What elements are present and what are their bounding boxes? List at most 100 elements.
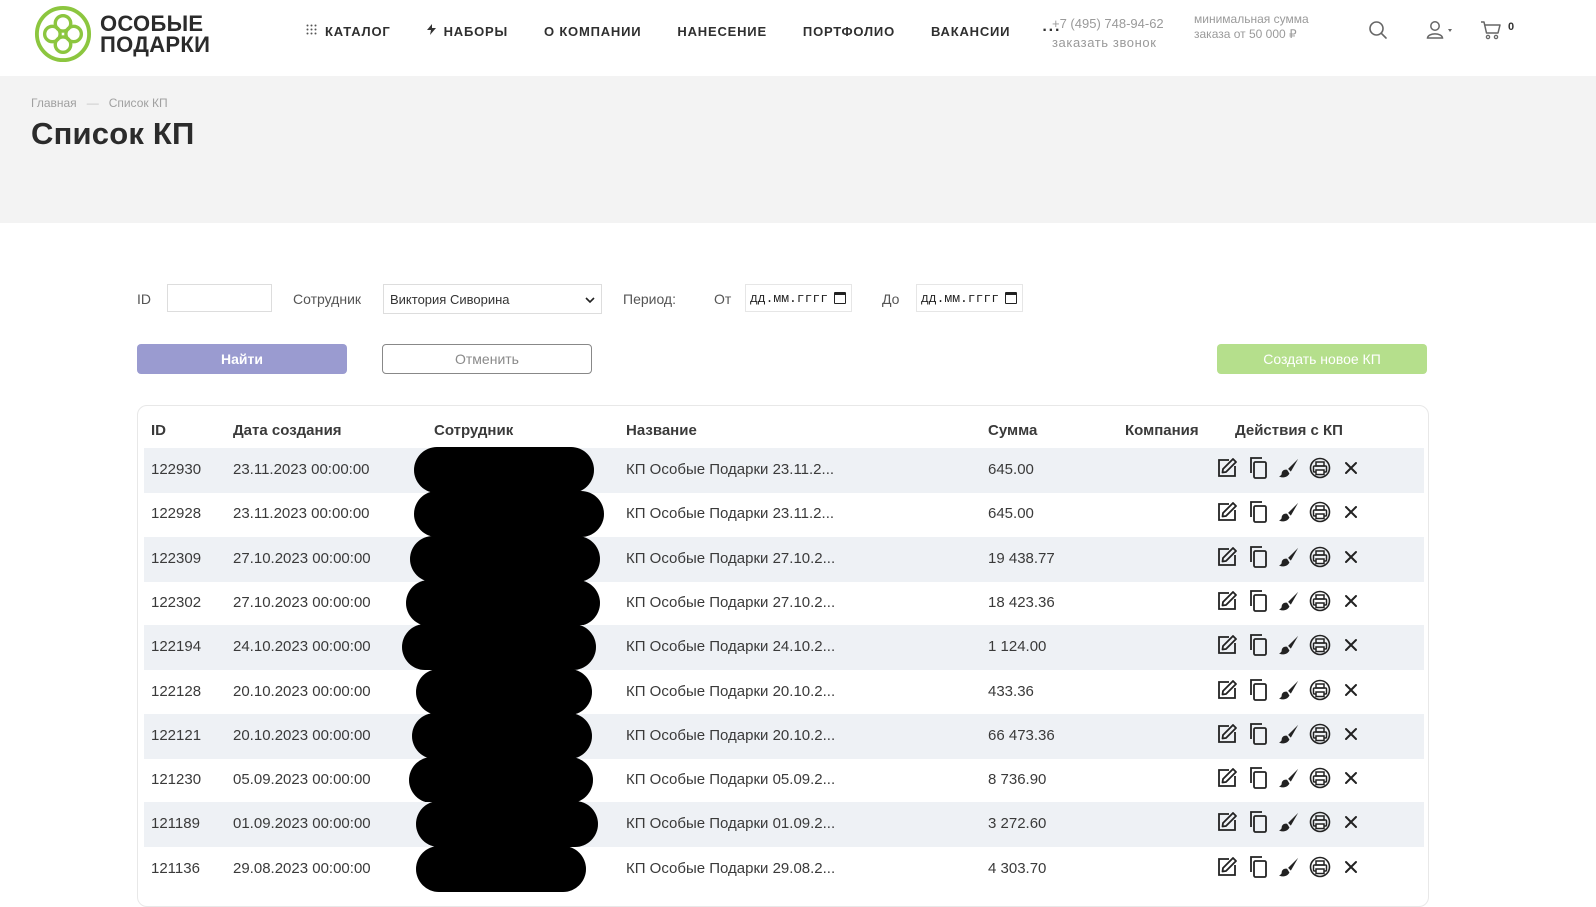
copy-icon[interactable]	[1247, 855, 1269, 879]
print-icon[interactable]	[1309, 589, 1331, 613]
edit-icon[interactable]	[1216, 589, 1238, 613]
delete-icon[interactable]	[1340, 500, 1362, 524]
col-header-company: Компания	[1125, 422, 1199, 439]
nav-item-printing[interactable]: НАНЕСЕНИЕ	[677, 24, 767, 39]
delete-icon[interactable]	[1340, 633, 1362, 657]
print-icon[interactable]	[1309, 766, 1331, 790]
brush-icon[interactable]	[1278, 722, 1300, 746]
print-icon[interactable]	[1309, 810, 1331, 834]
find-button[interactable]: Найти	[137, 344, 347, 374]
edit-icon[interactable]	[1216, 766, 1238, 790]
row-actions	[1216, 545, 1371, 569]
row-date: 23.11.2023 00:00:00	[233, 505, 370, 523]
print-icon[interactable]	[1309, 722, 1331, 746]
row-id: 122121	[151, 726, 202, 744]
brush-icon[interactable]	[1278, 500, 1300, 524]
edit-icon[interactable]	[1216, 500, 1238, 524]
create-kp-button[interactable]: Создать новое КП	[1217, 344, 1427, 374]
table-row: 121136 29.08.2023 00:00:00 КП Особые Подар…	[144, 845, 1424, 892]
edit-icon[interactable]	[1216, 545, 1238, 569]
user-icon[interactable]	[1426, 20, 1454, 45]
min-order-line-1: минимальная сумма	[1194, 12, 1309, 26]
redacted-employee	[416, 845, 586, 892]
brush-icon[interactable]	[1278, 545, 1300, 569]
row-title: КП Особые Подарки 29.08.2...	[626, 859, 836, 877]
nav-item-catalog[interactable]: КАТАЛОГ	[306, 24, 391, 39]
delete-icon[interactable]	[1340, 810, 1362, 834]
copy-icon[interactable]	[1247, 545, 1269, 569]
contact-block: +7 (495) 748-94-62 заказать звонок	[1052, 14, 1164, 52]
search-icon[interactable]	[1368, 20, 1388, 45]
row-title: КП Особые Подарки 05.09.2...	[626, 771, 836, 789]
brush-icon[interactable]	[1278, 766, 1300, 790]
row-date: 24.10.2023 00:00:00	[233, 638, 371, 656]
from-date-input[interactable]: дд.мм.гггг	[745, 284, 852, 312]
edit-icon[interactable]	[1216, 722, 1238, 746]
col-header-date: Дата создания	[233, 422, 342, 439]
redacted-employee	[409, 757, 593, 804]
copy-icon[interactable]	[1247, 456, 1269, 480]
row-title: КП Особые Подарки 23.11.2...	[626, 505, 835, 523]
id-filter-label: ID	[137, 291, 151, 307]
delete-icon[interactable]	[1340, 722, 1362, 746]
delete-icon[interactable]	[1340, 678, 1362, 702]
nav-item-vacancies[interactable]: ВАКАНСИИ	[931, 24, 1010, 39]
nav-item-portfolio[interactable]: ПОРТФОЛИО	[803, 24, 895, 39]
employee-select[interactable]: Виктория Сиворина	[383, 284, 602, 314]
redacted-employee	[402, 624, 596, 671]
edit-icon[interactable]	[1216, 855, 1238, 879]
copy-icon[interactable]	[1247, 766, 1269, 790]
table-row: 122928 23.11.2023 00:00:00 КП Особые Подар…	[144, 491, 1424, 538]
delete-icon[interactable]	[1340, 766, 1362, 790]
nav-item-label: ПОРТФОЛИО	[802, 23, 895, 39]
brush-icon[interactable]	[1278, 456, 1300, 480]
brush-icon[interactable]	[1278, 633, 1300, 657]
copy-icon[interactable]	[1247, 722, 1269, 746]
nav-item-sets[interactable]: НАБОРЫ	[426, 24, 508, 39]
brush-icon[interactable]	[1278, 855, 1300, 879]
print-icon[interactable]	[1309, 633, 1331, 657]
kp-table: ID Дата создания Сотрудник Название Сумм…	[137, 405, 1429, 907]
delete-icon[interactable]	[1340, 545, 1362, 569]
table-row: 122194 24.10.2023 00:00:00 КП Особые Подар…	[144, 624, 1424, 671]
logo[interactable]: ОСОБЫЕ ПОДАРКИ	[34, 5, 210, 63]
print-icon[interactable]	[1309, 456, 1331, 480]
delete-icon[interactable]	[1340, 589, 1362, 613]
edit-icon[interactable]	[1216, 678, 1238, 702]
edit-icon[interactable]	[1216, 456, 1238, 480]
print-icon[interactable]	[1309, 545, 1331, 569]
row-sum: 4 303.70	[988, 859, 1047, 877]
copy-icon[interactable]	[1247, 589, 1269, 613]
brush-icon[interactable]	[1278, 589, 1300, 613]
chevron-down-icon	[585, 292, 595, 307]
cart-icon[interactable]	[1480, 20, 1502, 45]
cancel-button[interactable]: Отменить	[382, 344, 592, 374]
id-filter-input[interactable]	[167, 284, 272, 312]
redacted-employee	[414, 491, 604, 538]
brush-icon[interactable]	[1278, 678, 1300, 702]
row-title: КП Особые Подарки 01.09.2...	[626, 815, 836, 833]
breadcrumb-home[interactable]: Главная	[31, 96, 77, 110]
row-id: 122194	[151, 638, 202, 656]
brush-icon[interactable]	[1278, 810, 1300, 834]
min-order-note: минимальная сумма заказа от 50 000 ₽	[1194, 12, 1309, 42]
nav-item-about[interactable]: О КОМПАНИИ	[544, 24, 641, 39]
copy-icon[interactable]	[1247, 500, 1269, 524]
print-icon[interactable]	[1309, 678, 1331, 702]
delete-icon[interactable]	[1340, 456, 1362, 480]
callback-link[interactable]: заказать звонок	[1052, 33, 1164, 52]
print-icon[interactable]	[1309, 500, 1331, 524]
print-icon[interactable]	[1309, 855, 1331, 879]
delete-icon[interactable]	[1340, 855, 1362, 879]
edit-icon[interactable]	[1216, 633, 1238, 657]
copy-icon[interactable]	[1247, 810, 1269, 834]
lightning-icon	[426, 24, 436, 38]
row-sum: 3 272.60	[988, 815, 1047, 833]
copy-icon[interactable]	[1247, 678, 1269, 702]
copy-icon[interactable]	[1247, 633, 1269, 657]
calendar-icon[interactable]	[1005, 292, 1018, 304]
to-date-input[interactable]: дд.мм.гггг	[916, 284, 1023, 312]
phone-link[interactable]: +7 (495) 748-94-62	[1052, 14, 1164, 33]
edit-icon[interactable]	[1216, 810, 1238, 834]
calendar-icon[interactable]	[834, 292, 847, 304]
